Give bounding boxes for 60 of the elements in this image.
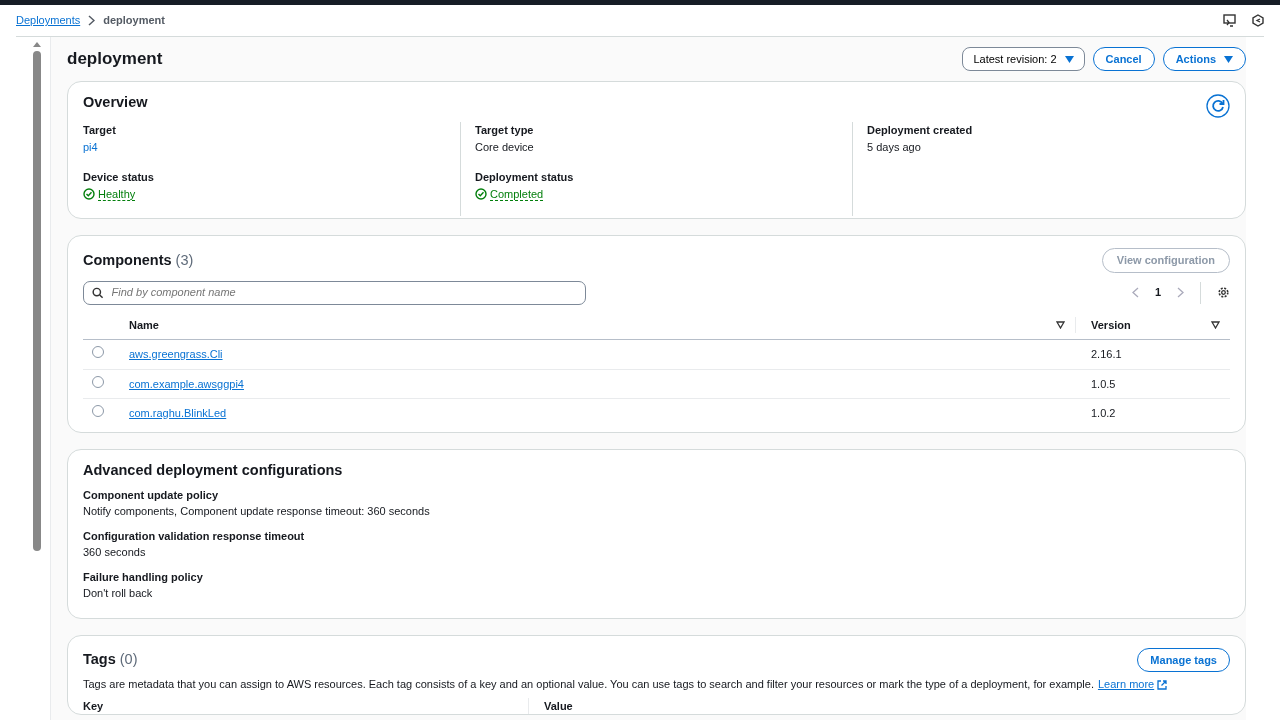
check-circle-icon	[83, 187, 95, 200]
chevron-right-icon	[88, 15, 96, 26]
field-value: Notify components, Component update response timeout: 360 seconds	[83, 504, 431, 520]
sort-icon[interactable]	[1056, 320, 1065, 329]
scrollbar-thumb[interactable]	[33, 51, 41, 551]
column-header: Key	[83, 699, 104, 712]
target-link[interactable]: pi4	[83, 140, 98, 153]
check-circle-icon	[475, 187, 487, 200]
section-title: Advanced deployment configurations	[83, 461, 344, 479]
manage-tags-button[interactable]: Manage tags	[1137, 647, 1230, 673]
page-title: deployment	[67, 48, 163, 70]
component-link[interactable]: com.raghu.BlinkLed	[129, 407, 227, 419]
search-icon	[92, 286, 104, 299]
revision-select[interactable]: Latest revision: 2	[962, 46, 1085, 72]
item-count: (0)	[119, 651, 138, 669]
breadcrumb-current: deployment	[103, 13, 165, 29]
hexagon-icon[interactable]	[1252, 14, 1264, 27]
field-label: Target type	[475, 123, 535, 138]
learn-more-link[interactable]: Learn more	[1097, 676, 1155, 693]
section-title: Components	[83, 251, 172, 269]
caret-icon	[1224, 55, 1233, 63]
table-cell: 1.0.2	[1091, 407, 1116, 419]
field-label: Deployment status	[475, 170, 575, 185]
section-title: Tags	[83, 651, 116, 669]
table-cell: 1.0.5	[1091, 377, 1116, 390]
chevron-left-icon[interactable]	[1131, 287, 1139, 298]
item-count: (3)	[175, 251, 194, 269]
actions-button[interactable]: Actions	[1162, 46, 1246, 72]
settings-icon[interactable]	[1217, 286, 1230, 299]
field-label: Failure handling policy	[83, 569, 204, 585]
external-link-icon	[1157, 679, 1168, 690]
table-cell: 2.16.1	[1091, 348, 1122, 360]
component-link[interactable]: com.example.awsggpi4	[129, 377, 244, 390]
field-label: Component update policy	[83, 487, 220, 503]
section-title: Overview	[83, 94, 148, 112]
field-label: Deployment created	[867, 123, 974, 138]
refresh-icon[interactable]	[1206, 94, 1230, 118]
field-value: Core device	[475, 140, 534, 153]
field-label: Target	[83, 123, 117, 138]
field-label: Device status	[83, 170, 155, 185]
status-text: Completed	[490, 187, 544, 201]
field-label: Configuration validation response timeout	[83, 528, 306, 544]
component-link[interactable]: aws.greengrass.Cli	[129, 348, 223, 360]
column-header: Value	[544, 699, 573, 712]
terminal-icon[interactable]	[1223, 14, 1236, 27]
column-header[interactable]: Version	[1091, 316, 1131, 333]
chevron-right-icon[interactable]	[1177, 287, 1184, 298]
status-text: Healthy	[98, 187, 136, 201]
cancel-button[interactable]: Cancel	[1092, 46, 1155, 72]
caret-icon	[1064, 55, 1074, 63]
sort-icon[interactable]	[1211, 320, 1220, 329]
page-number[interactable]: 1	[1154, 284, 1161, 301]
search-field[interactable]: Find by component name	[83, 280, 586, 305]
field-value: 360 seconds	[83, 545, 147, 561]
description-text: Tags are metadata that you can assign to AWS resources. Each tag consists of a key and an optional value. You can use tags to search and filter your resources or mark the type of a deployment, for example.	[83, 677, 1094, 693]
breadcrumb-link[interactable]: Deployments	[16, 12, 81, 29]
field-value: 5 days ago	[867, 140, 921, 153]
field-value: Don't roll back	[83, 586, 154, 602]
scroll-up-icon[interactable]	[32, 41, 42, 47]
column-header[interactable]: Name	[129, 316, 159, 333]
